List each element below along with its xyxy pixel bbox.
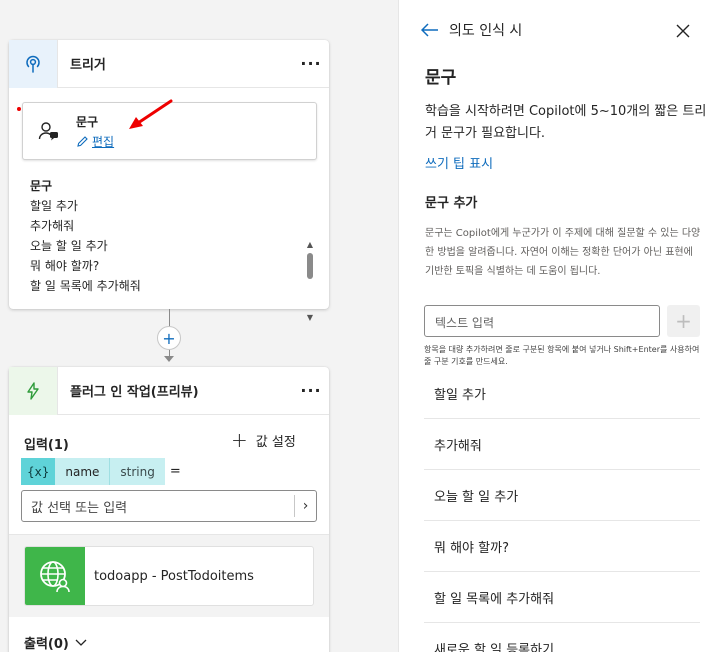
output-label: 출력(0) bbox=[24, 637, 69, 652]
close-icon[interactable] bbox=[676, 22, 690, 43]
add-phrases-heading: 문구 추가 bbox=[425, 196, 478, 211]
plugin-action-card[interactable]: todoapp - PostTodoitems bbox=[24, 546, 314, 606]
variable-type: string bbox=[110, 458, 165, 485]
phrase-list-scrollbar[interactable]: ▲ ▼ bbox=[305, 240, 315, 332]
trigger-node-header: 트리거 ··· bbox=[9, 39, 329, 88]
globe-user-icon bbox=[25, 547, 85, 605]
list-item: 추가해줘 bbox=[30, 219, 75, 233]
trigger-more-button[interactable]: ··· bbox=[293, 54, 329, 73]
panel-description: 학습을 시작하려면 Copilot에 5~10개의 짧은 트리거 문구가 필요합… bbox=[425, 104, 707, 141]
annotation-dot bbox=[17, 107, 21, 111]
back-label: 의도 인식 시 bbox=[449, 23, 523, 39]
list-item: 할일 추가 bbox=[30, 199, 78, 213]
list-item[interactable]: 할 일 목록에 추가해줘 bbox=[424, 572, 700, 623]
chevron-right-icon[interactable]: › bbox=[294, 495, 316, 517]
list-item: 할 일 목록에 추가해줘 bbox=[30, 279, 141, 293]
list-item[interactable]: 새로운 할 일 등록하기 bbox=[424, 623, 700, 652]
phrase-text-input[interactable]: 텍스트 입력 bbox=[424, 305, 660, 337]
plugin-action-node[interactable]: 플러그 인 작업(프리뷰) ··· 입력(1) + 값 설정 {x} name … bbox=[9, 366, 329, 652]
plus-icon: + bbox=[231, 428, 248, 452]
plugin-node-title: 플러그 인 작업(프리뷰) bbox=[70, 385, 199, 400]
input-section-label: 입력(1) bbox=[24, 438, 69, 453]
panel-title: 문구 bbox=[425, 68, 457, 88]
back-button[interactable]: 의도 인식 시 bbox=[421, 20, 522, 40]
add-phrase-button[interactable]: + bbox=[667, 305, 700, 337]
plugin-more-button[interactable]: ··· bbox=[293, 381, 329, 400]
pencil-icon bbox=[77, 136, 88, 147]
set-value-label: 값 설정 bbox=[255, 434, 296, 450]
variable-name: name bbox=[55, 458, 111, 485]
edit-phrases-link[interactable]: 편집 bbox=[76, 133, 114, 150]
list-item[interactable]: 추가해줘 bbox=[424, 419, 700, 470]
scroll-thumb[interactable] bbox=[307, 253, 313, 279]
action-name: todoapp - PostTodoitems bbox=[94, 568, 254, 584]
chevron-down-icon bbox=[75, 639, 87, 646]
add-node-button[interactable]: + bbox=[157, 326, 181, 350]
set-value-button[interactable]: + 값 설정 bbox=[231, 430, 296, 450]
scroll-down-icon[interactable]: ▼ bbox=[305, 313, 315, 322]
list-item: 뭐 해야 할까? bbox=[30, 259, 100, 273]
list-item[interactable]: 오늘 할 일 추가 bbox=[424, 470, 700, 521]
trigger-node-title: 트리거 bbox=[70, 58, 106, 73]
phrase-list: 할일 추가 추가해줘 오늘 할 일 추가 뭐 해야 할까? 할 일 목록에 추가… bbox=[424, 368, 700, 652]
lightning-icon bbox=[9, 366, 58, 415]
output-section-toggle[interactable]: 출력(0) bbox=[24, 633, 87, 652]
arrow-left-icon bbox=[421, 23, 438, 37]
phrase-list-title: 문구 bbox=[30, 179, 53, 193]
list-item[interactable]: 할일 추가 bbox=[424, 368, 700, 419]
phrases-side-panel: 의도 인식 시 문구 학습을 시작하려면 Copilot에 5~10개의 짧은 … bbox=[398, 0, 725, 652]
add-phrases-description: 문구는 Copilot에게 누군가가 이 주제에 대해 질문할 수 있는 다양한… bbox=[425, 228, 701, 277]
value-input[interactable]: 값 선택 또는 입력 › bbox=[21, 490, 317, 522]
action-area: todoapp - PostTodoitems bbox=[9, 535, 329, 617]
annotation-arrow-icon bbox=[129, 99, 173, 129]
bulk-add-hint: 항목을 대량 추가하려면 줄로 구분된 항목에 붙여 넣거나 Shift+Ent… bbox=[424, 345, 700, 366]
value-input-placeholder: 값 선택 또는 입력 bbox=[31, 500, 128, 516]
connector-arrow-icon bbox=[164, 356, 174, 362]
list-item: 오늘 할 일 추가 bbox=[30, 239, 108, 253]
variable-icon: {x} bbox=[21, 458, 56, 485]
scroll-up-icon[interactable]: ▲ bbox=[305, 240, 315, 249]
trigger-phrase-list: 문구 할일 추가 추가해줘 오늘 할 일 추가 뭐 해야 할까? 할 일 목록에… bbox=[30, 177, 318, 296]
show-writing-tips-link[interactable]: 쓰기 팁 표시 bbox=[425, 153, 493, 172]
authoring-canvas: 트리거 ··· 문구 편집 문구 할일 추가 추가해줘 오늘 할 일 추가 뭐 … bbox=[0, 0, 398, 652]
list-item[interactable]: 뭐 해야 할까? bbox=[424, 521, 700, 572]
phrase-box-title: 문구 bbox=[76, 115, 99, 129]
equals-sign: = bbox=[169, 464, 181, 479]
edit-label: 편집 bbox=[92, 135, 115, 149]
variable-chip[interactable]: {x} name string = bbox=[21, 458, 181, 485]
plugin-node-header: 플러그 인 작업(프리뷰) ··· bbox=[9, 366, 329, 415]
trigger-icon bbox=[9, 39, 58, 88]
user-phrase-icon bbox=[38, 120, 60, 146]
trigger-node[interactable]: 트리거 ··· 문구 편집 문구 할일 추가 추가해줘 오늘 할 일 추가 뭐 … bbox=[9, 39, 329, 322]
